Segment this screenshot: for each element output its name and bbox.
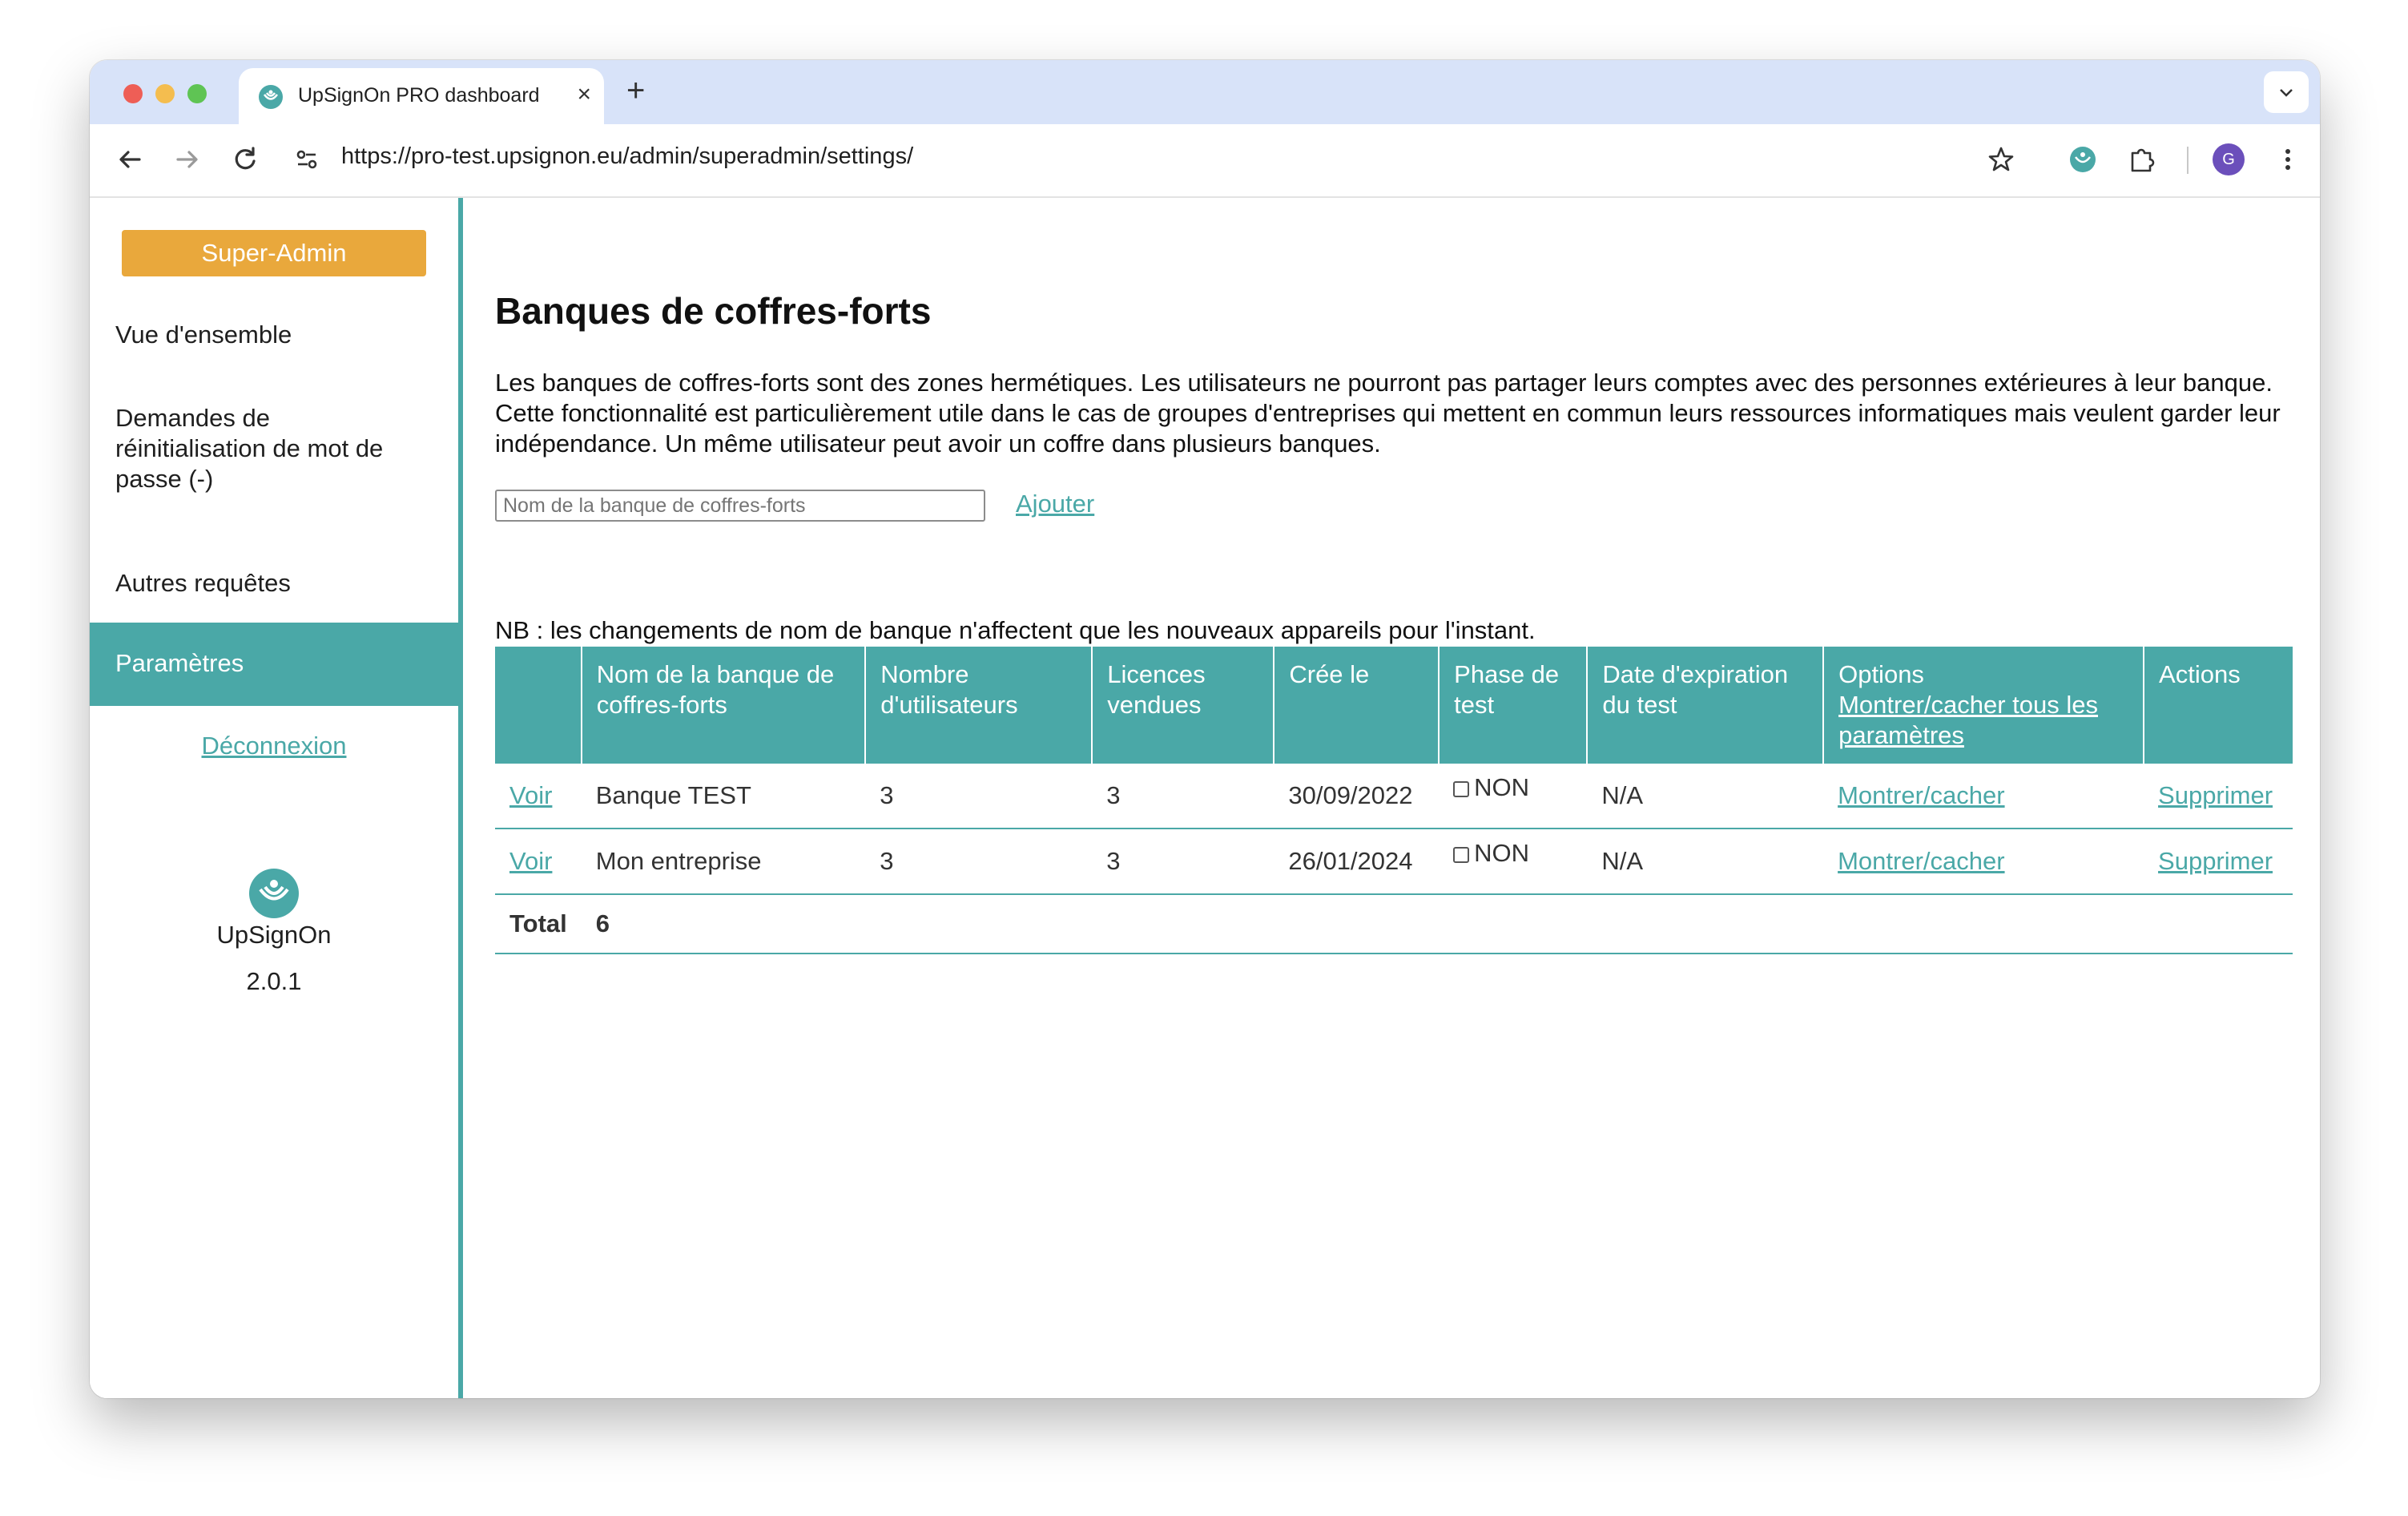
cell-created: 30/09/2022 <box>1274 764 1440 829</box>
site-settings-icon[interactable] <box>290 142 325 181</box>
view-link[interactable]: Voir <box>509 847 552 875</box>
header-options: Options Montrer/cacher tous les paramètr… <box>1823 647 2145 764</box>
view-link[interactable]: Voir <box>509 781 552 809</box>
tab-search-button[interactable] <box>2264 71 2309 113</box>
sidebar-item-settings[interactable]: Paramètres <box>90 623 458 706</box>
browser-menu-icon[interactable] <box>2270 142 2305 181</box>
brand-name: UpSignOn <box>216 921 332 949</box>
address-bar[interactable]: https://pro-test.upsignon.eu/admin/super… <box>341 143 913 170</box>
cell-test-phase: NON <box>1439 829 1588 895</box>
cell-name: Mon entreprise <box>581 829 866 895</box>
bookmark-star-icon[interactable] <box>1983 142 2019 181</box>
sidebar-item-label: Demandes de réinitialisation de mot de p… <box>115 404 384 493</box>
minimize-window-button[interactable] <box>155 84 175 103</box>
cell-users: 3 <box>865 829 1093 895</box>
tab-title: UpSignOn PRO dashboard <box>298 84 540 107</box>
page: Super-Admin Vue d'ensemble Demandes de r… <box>90 198 2320 1398</box>
vault-banks-table: Nom de la banque de coffres-forts Nombre… <box>495 647 2293 954</box>
toolbar-separator <box>2187 147 2189 174</box>
maximize-window-button[interactable] <box>187 84 207 103</box>
browser-window: UpSignOn PRO dashboard × + https://pro-t… <box>90 60 2320 1398</box>
forward-arrow-icon[interactable] <box>170 142 205 181</box>
cell-test-expiry: N/A <box>1587 829 1824 895</box>
table-row: Voir Banque TEST 3 3 30/09/2022 NON N/A … <box>495 764 2293 829</box>
logout-link[interactable]: Déconnexion <box>90 732 458 760</box>
super-admin-button[interactable]: Super-Admin <box>122 230 426 276</box>
upsignon-favicon-icon <box>258 84 284 114</box>
header-test-phase: Phase de test <box>1439 647 1589 764</box>
test-phase-value: NON <box>1474 773 1530 801</box>
sidebar-item-label: Autres requêtes <box>115 569 291 597</box>
extensions-puzzle-icon[interactable] <box>2124 142 2160 181</box>
upsignon-logo-icon <box>248 868 300 923</box>
table-row: Voir Mon entreprise 3 3 26/01/2024 NON N… <box>495 829 2293 895</box>
close-window-button[interactable] <box>123 84 143 103</box>
sidebar-item-other-requests[interactable]: Autres requêtes <box>90 568 458 599</box>
total-row: Total 6 <box>495 894 2293 954</box>
table-header-row: Nom de la banque de coffres-forts Nombre… <box>495 647 2293 764</box>
cell-created: 26/01/2024 <box>1274 829 1440 895</box>
header-actions: Actions <box>2144 647 2293 764</box>
app-version: 2.0.1 <box>246 967 302 995</box>
test-phase-checkbox[interactable] <box>1453 846 1470 863</box>
total-label: Total <box>495 894 582 954</box>
sidebar-item-password-reset-requests[interactable]: Demandes de réinitialisation de mot de p… <box>90 403 458 494</box>
browser-toolbar: https://pro-test.upsignon.eu/admin/super… <box>90 124 2320 198</box>
chevron-down-icon <box>2280 89 2293 97</box>
browser-tab[interactable]: UpSignOn PRO dashboard × <box>239 68 604 124</box>
back-arrow-icon[interactable] <box>112 142 147 181</box>
sidebar-item-label: Paramètres <box>115 649 244 677</box>
header-licences: Licences vendues <box>1092 647 1275 764</box>
tab-close-icon[interactable]: × <box>577 81 591 108</box>
header-name: Nom de la banque de coffres-forts <box>581 647 867 764</box>
toggle-all-parameters-link[interactable]: Montrer/cacher tous les paramètres <box>1838 691 2098 749</box>
add-vault-bank-link[interactable]: Ajouter <box>1016 490 1094 518</box>
profile-avatar[interactable]: G <box>2213 143 2245 175</box>
delete-link[interactable]: Supprimer <box>2158 781 2273 809</box>
sidebar: Super-Admin Vue d'ensemble Demandes de r… <box>90 198 463 1398</box>
rename-note: NB : les changements de nom de banque n'… <box>495 616 1536 644</box>
tab-strip: UpSignOn PRO dashboard × + <box>90 60 2320 124</box>
toggle-options-link[interactable]: Montrer/cacher <box>1838 847 2004 875</box>
sidebar-item-label: Vue d'ensemble <box>115 321 292 349</box>
vault-bank-name-input[interactable] <box>495 490 985 522</box>
test-phase-value: NON <box>1474 839 1530 867</box>
sidebar-item-overview[interactable]: Vue d'ensemble <box>90 320 458 350</box>
cell-licences: 3 <box>1092 764 1274 829</box>
cell-name: Banque TEST <box>581 764 866 829</box>
total-value: 6 <box>581 894 2293 954</box>
cell-test-phase: NON <box>1439 764 1588 829</box>
delete-link[interactable]: Supprimer <box>2158 847 2273 875</box>
new-tab-button[interactable]: + <box>626 73 645 109</box>
cell-licences: 3 <box>1092 829 1274 895</box>
cell-users: 3 <box>865 764 1093 829</box>
page-description: Les banques de coffres-forts sont des zo… <box>495 369 2281 458</box>
toggle-options-link[interactable]: Montrer/cacher <box>1838 781 2004 809</box>
test-phase-checkbox[interactable] <box>1453 780 1470 797</box>
reload-icon[interactable] <box>228 142 263 181</box>
page-title: Banques de coffres-forts <box>495 290 932 332</box>
header-created: Crée le <box>1274 647 1440 764</box>
header-view <box>495 647 582 764</box>
cell-test-expiry: N/A <box>1587 764 1824 829</box>
header-test-expiry: Date d'expiration du test <box>1587 647 1825 764</box>
upsignon-extension-icon[interactable] <box>2065 142 2100 181</box>
header-options-label: Options <box>1838 660 1924 688</box>
header-users: Nombre d'utilisateurs <box>865 647 1093 764</box>
